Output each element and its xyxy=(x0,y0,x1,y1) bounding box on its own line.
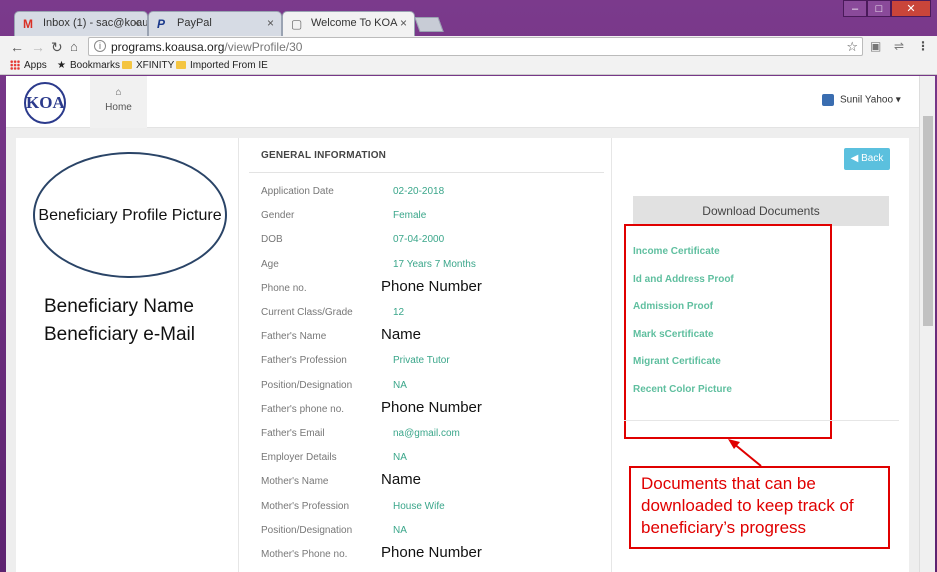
annotation-callout: Documents that can be downloaded to keep… xyxy=(629,466,890,549)
